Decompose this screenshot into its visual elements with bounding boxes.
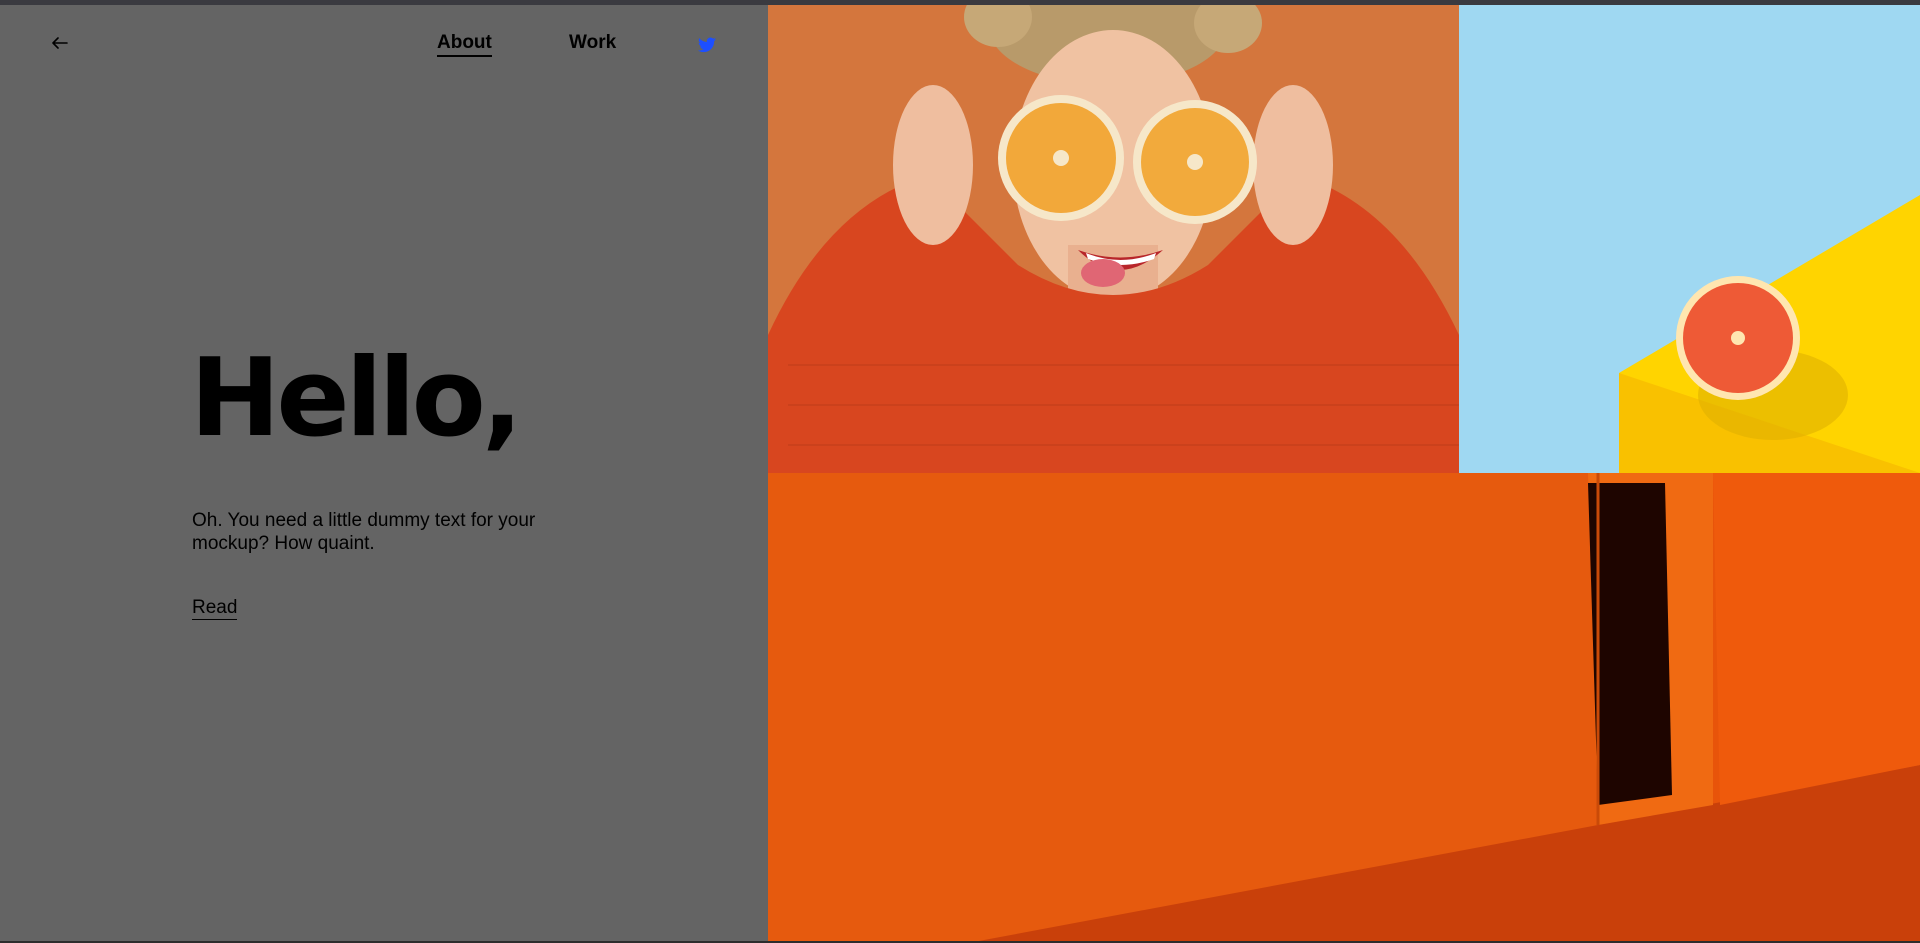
back-button[interactable] bbox=[48, 31, 72, 55]
twitter-icon[interactable] bbox=[698, 37, 716, 53]
orange-walls-photo bbox=[768, 473, 1920, 943]
hero-intro-text: Oh. You need a little dummy text for you… bbox=[192, 510, 536, 554]
woman-orange-photo bbox=[768, 5, 1459, 473]
arrow-left-icon bbox=[52, 37, 68, 49]
left-panel: About Work Hello, Oh. You need a little … bbox=[0, 5, 768, 943]
hero-heading: Hello, bbox=[190, 336, 523, 461]
nav-work-link[interactable]: Work bbox=[569, 32, 616, 54]
hero-image-collage bbox=[768, 5, 1920, 943]
grapefruit-photo bbox=[1459, 5, 1920, 473]
read-link[interactable]: Read bbox=[192, 597, 238, 620]
collage-artwork bbox=[768, 5, 1920, 943]
nav-about-link[interactable]: About bbox=[437, 32, 492, 57]
